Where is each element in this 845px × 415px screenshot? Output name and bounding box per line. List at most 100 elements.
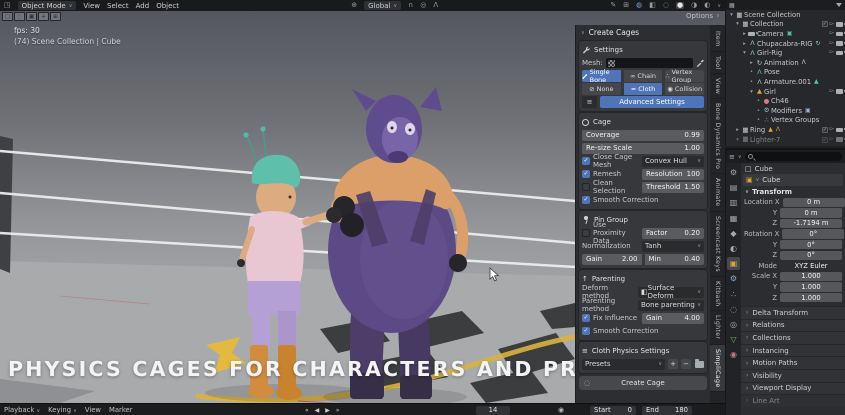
min-field[interactable]: Min0.40: [645, 254, 705, 265]
tab-constraints[interactable]: ◎: [727, 318, 740, 331]
select-toggle-icon[interactable]: ▻: [830, 22, 834, 28]
overlays-icon[interactable]: ◍: [636, 2, 642, 9]
outliner-row-girl-rig[interactable]: ▾ΛGirl-Rig ▻: [726, 48, 845, 58]
tab-tool[interactable]: Tool: [710, 52, 725, 74]
select-toggle-icon[interactable]: ▻: [830, 50, 834, 56]
object-name-field[interactable]: ▣ ∨ Cube: [743, 174, 843, 186]
create-cages-header[interactable]: ∨ Create Cages: [576, 26, 710, 39]
frame-end-field[interactable]: End180: [642, 406, 692, 415]
tab-simplicage[interactable]: SimpliCage: [710, 345, 725, 393]
previous-frame-button[interactable]: ◀: [315, 407, 320, 414]
rotation-mode-dropdown[interactable]: XYZ Euler: [780, 261, 842, 271]
select-toggle-icon[interactable]: ▻: [830, 89, 834, 95]
outliner-row-vertex-groups[interactable]: •∴Vertex Groups: [726, 116, 845, 126]
vertex-group-button[interactable]: ∴ Vertex Group: [665, 70, 704, 82]
outliner-row-collection[interactable]: ▾▦Collection ✓▻: [726, 20, 845, 30]
section-relations[interactable]: ›Relations: [741, 319, 845, 332]
folder-icon[interactable]: [695, 361, 704, 368]
tab-world[interactable]: ◐: [727, 242, 740, 255]
tab-lighter[interactable]: Lighter: [710, 311, 725, 344]
mesh-field[interactable]: [606, 58, 693, 68]
render-toggle-icon[interactable]: [836, 32, 843, 37]
tab-object-data[interactable]: ▽: [727, 333, 740, 346]
exclude-checkbox[interactable]: ✓: [822, 21, 828, 27]
render-toggle-icon[interactable]: [836, 41, 843, 46]
cloth-button[interactable]: ≈ Cloth: [624, 83, 663, 95]
outliner-row-pose[interactable]: •ΛPose: [726, 68, 845, 78]
remesh-checkbox[interactable]: ✓: [582, 170, 590, 178]
shading-wireframe-icon[interactable]: ◌: [663, 2, 669, 9]
single-bone-button[interactable]: Single Bone: [582, 70, 621, 82]
threshold-field[interactable]: Threshold1.50: [642, 182, 704, 193]
shading-material-icon[interactable]: ◑: [691, 2, 697, 9]
hull-type-dropdown[interactable]: Convex Hull∨: [642, 156, 704, 167]
filter-icon[interactable]: [836, 3, 842, 7]
section-motion-paths[interactable]: ›Motion Paths: [741, 356, 845, 369]
chain-button[interactable]: ∞ Chain: [624, 70, 663, 82]
shading-solid-icon[interactable]: ●: [676, 2, 684, 9]
tab-scene[interactable]: ◆: [727, 227, 740, 240]
select-lasso-tool-icon[interactable]: ▣: [26, 12, 37, 21]
rescale-slider[interactable]: Re-size Scale1.00: [582, 143, 704, 154]
gain-field[interactable]: Gain2.00: [582, 254, 642, 265]
tab-modifiers[interactable]: ⚙: [727, 272, 740, 285]
proportional-edit-icon[interactable]: ◎: [420, 2, 426, 9]
pivot-icon[interactable]: ⊕: [351, 2, 357, 9]
smooth-correction-checkbox[interactable]: ✓: [582, 196, 590, 204]
properties-search-input[interactable]: [745, 152, 842, 161]
tab-animate[interactable]: Animate: [710, 174, 725, 211]
menu-marker[interactable]: Marker: [109, 406, 133, 414]
shading-dropdown-icon[interactable]: ∨: [717, 3, 721, 9]
exclude-checkbox[interactable]: ✓: [822, 127, 828, 133]
outliner-row-scene-collection[interactable]: ▾▦Scene Collection: [726, 10, 845, 20]
remove-preset-button[interactable]: −: [681, 359, 691, 369]
falloff-icon[interactable]: Λ: [433, 2, 438, 9]
menu-object[interactable]: Object: [156, 2, 179, 10]
orientation-dropdown[interactable]: Global∨: [364, 1, 401, 10]
outliner-row-chupacabra-rig[interactable]: ▸ΛChupacabra-RIG ↻ ▻: [726, 39, 845, 49]
outliner-row-camera[interactable]: ▸Camera ▣ ▻: [726, 29, 845, 39]
clean-selection-checkbox[interactable]: ✓: [582, 183, 590, 191]
section-collections[interactable]: ›Collections: [741, 331, 845, 344]
select-toggle-icon[interactable]: ▻: [830, 137, 834, 143]
parenting-method-dropdown[interactable]: Bone parenting∨: [638, 300, 704, 311]
tab-tool[interactable]: ⚙: [727, 166, 740, 179]
section-instancing[interactable]: ›Instancing: [741, 344, 845, 357]
section-visibility[interactable]: ›Visibility: [741, 369, 845, 382]
annotate-icon[interactable]: ✎: [610, 2, 616, 9]
tab-item[interactable]: Item: [710, 27, 725, 52]
transform-section-header[interactable]: ∨ Transform: [741, 186, 845, 197]
jump-to-start-button[interactable]: «: [305, 407, 309, 414]
chevron-down-icon[interactable]: ∨: [738, 154, 742, 160]
parenting-gain-field[interactable]: Gain4.00: [642, 313, 704, 324]
outliner-row-modifiers[interactable]: •⚙Modifiers ▣: [726, 106, 845, 116]
frame-start-field[interactable]: Start0: [590, 406, 636, 415]
scale-x-field[interactable]: 1.000: [780, 272, 842, 282]
presets-dropdown[interactable]: Presets∨: [582, 359, 665, 370]
normalization-dropdown[interactable]: Tanh∨: [642, 241, 704, 252]
current-frame-field[interactable]: 14: [476, 406, 510, 415]
resolution-field[interactable]: Resolution100: [642, 169, 704, 180]
none-button[interactable]: ⊘ None: [582, 83, 621, 95]
xray-icon[interactable]: ◧: [649, 2, 656, 9]
jump-to-end-button[interactable]: »: [336, 407, 340, 414]
section-line-art[interactable]: ›Line Art: [741, 394, 845, 407]
mode-dropdown[interactable]: Object Mode∨: [18, 1, 77, 10]
outliner-row-lighter-7[interactable]: ▾▦Lighter-7 ✓▻: [726, 135, 845, 145]
factor-field[interactable]: Factor0.20: [642, 228, 704, 239]
play-button[interactable]: ▶: [325, 407, 330, 414]
collision-button[interactable]: ◉ Collision: [665, 83, 704, 95]
render-toggle-icon[interactable]: [836, 51, 843, 56]
rotation-z-field[interactable]: 0°: [780, 251, 842, 261]
menu-add[interactable]: Add: [136, 2, 150, 10]
deform-method-dropdown[interactable]: ◧ Surface Deform∨: [638, 287, 704, 298]
menu-view[interactable]: View: [83, 2, 100, 10]
scale-y-field[interactable]: 1.000: [780, 282, 842, 292]
render-toggle-icon[interactable]: [836, 22, 843, 27]
select-toggle-icon[interactable]: ▻: [830, 31, 834, 37]
location-x-field[interactable]: 0 m: [783, 198, 845, 208]
outliner-row-ring[interactable]: ▸▦Ring ▲ Λ ✓▻: [726, 125, 845, 135]
menu-select[interactable]: Select: [107, 2, 129, 10]
select-toggle-icon[interactable]: ▻: [830, 41, 834, 47]
close-cage-checkbox[interactable]: ✓: [582, 157, 590, 165]
